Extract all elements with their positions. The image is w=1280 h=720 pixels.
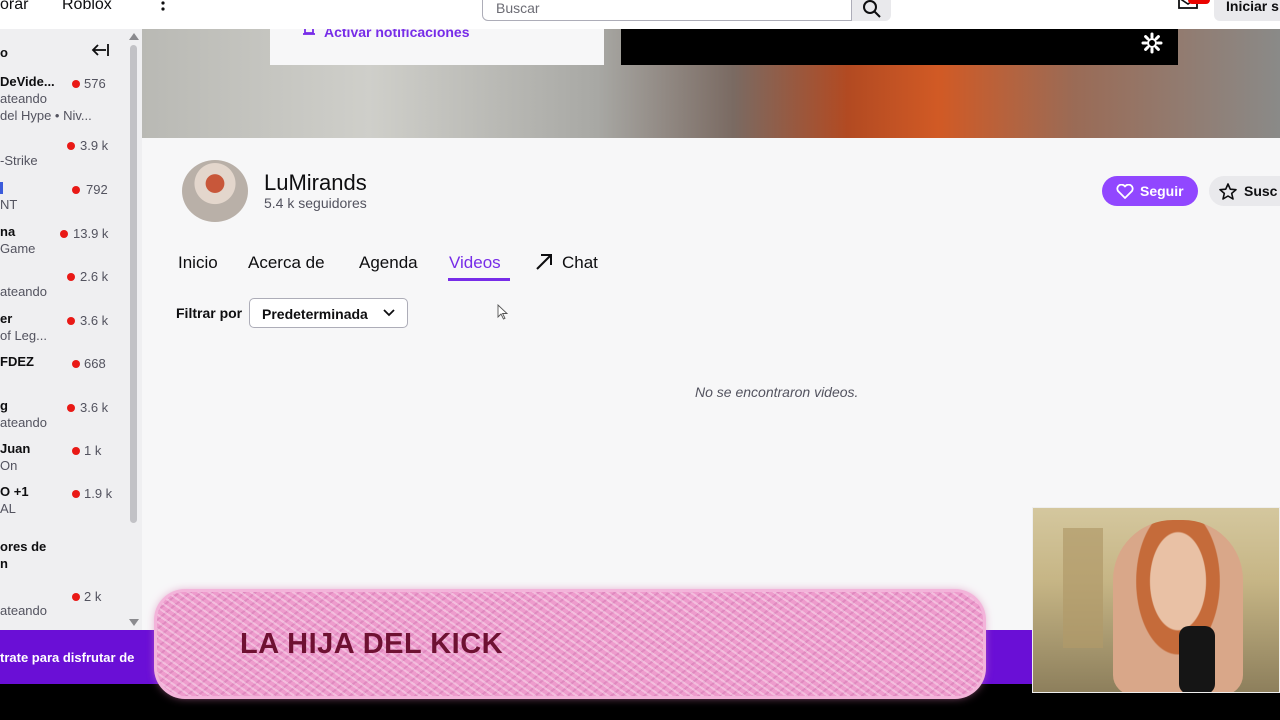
sidebar-channel-name: O +1 [0,484,29,499]
sidebar-channel-name: FDEZ [0,354,34,369]
sidebar-channel-category: -Strike [0,153,38,168]
stream-title-overlay: LA HIJA DEL KICK [157,592,983,696]
sidebar-channel-name: g [0,398,8,413]
scroll-up-icon[interactable] [129,33,139,40]
gear-icon[interactable] [1141,32,1163,54]
followed-channels-sidebar: o DeVide... ateando del Hype • Niv... 57… [0,29,142,630]
bell-icon [303,29,315,35]
live-dot-icon [72,490,80,498]
search-input[interactable]: Buscar [482,0,852,21]
empty-videos-message: No se encontraron videos. [695,384,859,400]
tab-inicio[interactable]: Inicio [178,253,218,273]
sidebar-channel-name: er [0,311,13,326]
login-button[interactable]: Iniciar s [1214,0,1280,21]
sidebar-channel-category: AL [0,501,16,516]
tab-agenda[interactable]: Agenda [359,253,418,273]
top-navigation-bar: orar Roblox Buscar Iniciar s [0,0,1280,29]
sidebar-channel-category: ateando [0,415,47,430]
search-placeholder: Buscar [496,0,540,16]
live-dot-icon [67,142,75,150]
sidebar-channel-name: ores de [0,539,47,554]
video-player-bar [621,29,1178,65]
filter-selected-value: Predeterminada [262,306,368,322]
channel-banner: Activar notificaciones [142,29,1280,138]
live-dot-icon [72,80,80,88]
collapse-arrow-icon[interactable] [90,42,110,63]
filter-label: Filtrar por [176,305,243,321]
sidebar-channel-subcategory: del Hype • Niv... [0,108,92,123]
sidebar-channel-name: Juan [0,441,31,456]
live-dot-icon [72,186,80,194]
active-tab-indicator [448,278,510,281]
subscribe-label: Susc [1244,183,1278,199]
sidebar-channel-category: n [0,556,8,571]
nav-link-browse[interactable]: orar [0,0,28,14]
sidebar-scrollbar[interactable] [128,33,140,627]
sidebar-channel-category: ateando [0,91,47,106]
live-dot-icon [67,317,75,325]
tab-chat[interactable]: Chat [562,253,598,273]
sidebar-channel-name: DeVide... [0,74,55,89]
webcam-microphone [1179,626,1215,692]
notification-badge [1188,0,1210,4]
channel-avatar[interactable] [182,160,248,222]
sidebar-channel-name: na [0,224,16,239]
signup-banner-text: trate para disfrutar de [0,650,135,665]
scroll-down-icon[interactable] [129,619,139,626]
vertical-dots-icon[interactable] [160,0,166,19]
external-arrow-icon [536,254,552,270]
live-dot-icon [60,230,68,238]
sidebar-channel-category: Game [0,241,36,256]
subscribe-button[interactable]: Susc [1209,176,1280,206]
heart-icon [1116,184,1134,199]
live-dot-icon [72,447,80,455]
sidebar-channel-category: NT [0,197,18,212]
webcam-overlay [1032,507,1280,693]
star-icon [1219,183,1237,200]
login-label: Iniciar s [1226,0,1279,14]
webcam-person [1113,520,1243,692]
live-dot-icon [67,404,75,412]
live-dot-icon [72,360,80,368]
follower-count: 5.4 k seguidores [264,195,367,211]
mouse-cursor-icon [497,304,509,320]
channel-marker [0,182,3,194]
sidebar-channel-category: ateando [0,603,47,618]
sidebar-title: o [0,45,8,60]
sidebar-channel-category: of Leg... [0,328,47,343]
tab-acerca-de[interactable]: Acerca de [248,253,325,273]
follow-label: Seguir [1140,183,1184,199]
filter-dropdown[interactable]: Predeterminada [249,298,408,328]
nav-link-roblox[interactable]: Roblox [62,0,112,14]
live-dot-icon [67,273,75,281]
live-dot-icon [72,593,80,601]
tab-videos[interactable]: Videos [449,253,501,273]
scrollbar-thumb[interactable] [130,45,137,523]
follow-button[interactable]: Seguir [1102,176,1198,206]
webcam-shelf [1063,528,1103,648]
search-button[interactable] [852,0,891,21]
channel-name[interactable]: LuMirands [264,170,367,196]
search-icon [863,0,881,18]
stream-overlay-text: LA HIJA DEL KICK [240,628,504,660]
activate-notifications-link[interactable]: Activar notificaciones [324,29,470,40]
sidebar-channel-category: On [0,458,18,473]
notification-prompt: Activar notificaciones [270,29,604,65]
sidebar-channel-category: ateando [0,284,47,299]
chevron-down-icon [383,309,395,317]
